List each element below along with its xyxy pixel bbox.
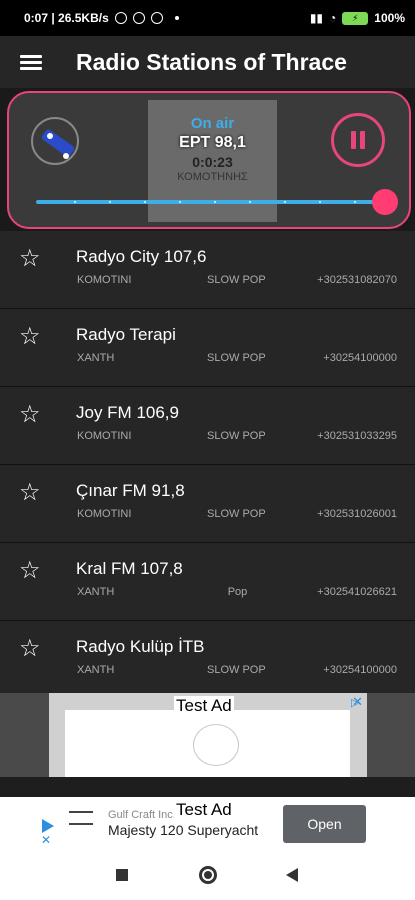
ad-emblem-icon: [193, 724, 239, 766]
station-phone: +302531026001: [317, 508, 397, 520]
pause-button[interactable]: [331, 113, 385, 167]
status-time-speed: 0:07 | 26.5KB/s: [24, 11, 109, 25]
advertiser-logo-icon: [69, 811, 93, 825]
banner-ad[interactable]: ▷ ✕ Test Ad: [0, 693, 415, 777]
ad-open-button[interactable]: Open: [283, 805, 366, 843]
station-title: Radyo Terapi: [76, 325, 176, 344]
ad-image-area: [65, 710, 350, 777]
elapsed-time: 0:0:23: [192, 154, 233, 170]
ad-close-icon[interactable]: ✕: [41, 833, 51, 847]
pause-icon: [351, 131, 356, 149]
now-playing-card: On air EPT 98,1 0:0:23 ΚΟΜΟΤΗΝΗΣ: [7, 91, 411, 229]
station-city: KOMOTINI: [77, 274, 132, 286]
station-city: ΚΟΜΟΤΗΝΗΣ: [177, 171, 248, 183]
station-list: ☆ Radyo City 107,6 KOMOTINI SLOW POP +30…: [0, 231, 415, 699]
station-city: KOMOTINI: [77, 508, 132, 520]
status-bar: 0:07 | 26.5KB/s ▮▮ ◔ ⚡ 100%: [0, 0, 415, 36]
recents-icon[interactable]: [116, 869, 128, 881]
station-genre: SLOW POP: [207, 274, 266, 286]
station-genre: SLOW POP: [207, 664, 266, 676]
test-ad-label: Test Ad: [174, 800, 234, 820]
back-icon[interactable]: [286, 868, 298, 882]
station-row[interactable]: ☆ Çınar FM 91,8 KOMOTINI SLOW POP +30253…: [0, 465, 415, 543]
progress-thumb[interactable]: [372, 189, 398, 215]
station-row[interactable]: ☆ Radyo Terapi XANTH SLOW POP +302541000…: [0, 309, 415, 387]
ad-choices-icon[interactable]: [42, 819, 54, 833]
app-bar: Radio Stations of Thrace: [0, 36, 415, 88]
station-phone: +302541026621: [317, 586, 397, 598]
notification-dot-icon: [174, 16, 179, 20]
favorite-star-icon[interactable]: ☆: [19, 247, 41, 271]
home-icon[interactable]: [199, 866, 217, 884]
advertiser-name: Gulf Craft Inc.: [108, 809, 176, 821]
bottom-ad[interactable]: ✕ Gulf Craft Inc. Majesty 120 Superyacht…: [0, 797, 415, 850]
station-city: KOMOTINI: [77, 430, 132, 442]
station-name: EPT 98,1: [179, 134, 246, 151]
signal-icon: ▮▮: [309, 11, 324, 25]
station-title: Joy FM 106,9: [76, 403, 179, 422]
system-nav-bar: [0, 850, 415, 900]
favorite-star-icon[interactable]: ☆: [19, 325, 41, 349]
station-title: Radyo Kulüp İTB: [76, 637, 205, 656]
favorite-star-icon[interactable]: ☆: [19, 403, 41, 427]
battery-icon: ⚡: [342, 11, 369, 25]
favorite-star-icon[interactable]: ☆: [19, 637, 41, 661]
sync-icon: [150, 12, 163, 24]
station-genre: SLOW POP: [207, 352, 266, 364]
station-logo: [31, 117, 79, 165]
station-row[interactable]: ☆ Kral FM 107,8 XANTH Pop +302541026621: [0, 543, 415, 621]
station-phone: +302531033295: [317, 430, 397, 442]
station-phone: +30254100000: [323, 352, 397, 364]
progress-track[interactable]: [36, 200, 386, 204]
status-left: 0:07 | 26.5KB/s: [24, 11, 179, 25]
ad-title: Majesty 120 Superyacht: [108, 822, 259, 838]
station-genre: SLOW POP: [207, 430, 266, 442]
station-genre: SLOW POP: [207, 508, 266, 520]
wifi-icon: ◔: [329, 11, 337, 25]
station-row[interactable]: ☆ Radyo City 107,6 KOMOTINI SLOW POP +30…: [0, 231, 415, 309]
station-phone: +30254100000: [323, 664, 397, 676]
station-phone: +302531082070: [317, 274, 397, 286]
alarm-icon: [114, 12, 127, 24]
favorite-star-icon[interactable]: ☆: [19, 559, 41, 583]
ad-close-icon[interactable]: ✕: [352, 694, 363, 710]
station-row[interactable]: ☆ Radyo Kulüp İTB XANTH SLOW POP +302541…: [0, 621, 415, 699]
on-air-label: On air: [190, 115, 235, 132]
app-title: Radio Stations of Thrace: [76, 48, 347, 75]
status-right: ▮▮ ◔ ⚡ 100%: [310, 11, 405, 25]
test-ad-label: Test Ad: [174, 696, 234, 716]
ad-spacer: [0, 777, 415, 797]
station-title: Kral FM 107,8: [76, 559, 183, 578]
station-title: Radyo City 107,6: [76, 247, 207, 266]
station-row[interactable]: ☆ Joy FM 106,9 KOMOTINI SLOW POP +302531…: [0, 387, 415, 465]
hamburger-menu-icon[interactable]: [20, 52, 42, 73]
station-title: Çınar FM 91,8: [76, 481, 185, 500]
media-icon: [132, 12, 145, 24]
favorite-star-icon[interactable]: ☆: [19, 481, 41, 505]
station-city: XANTH: [77, 352, 115, 364]
station-city: XANTH: [77, 664, 115, 676]
battery-level: 100%: [374, 11, 405, 25]
